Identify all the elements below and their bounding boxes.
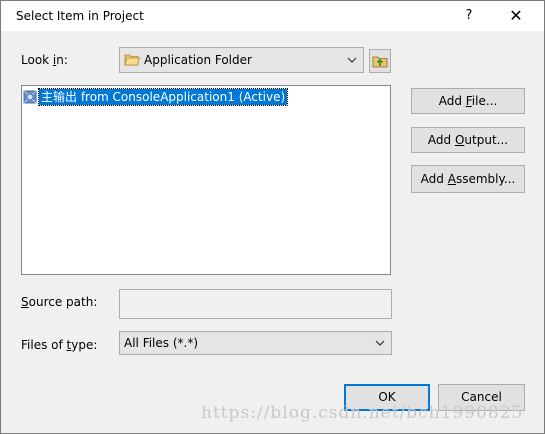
chevron-down-icon	[345, 48, 359, 72]
close-button[interactable]: ✕	[498, 1, 534, 31]
help-button[interactable]: ?	[451, 1, 487, 31]
look-in-label: Look in:	[21, 53, 68, 67]
window-title: Select Item in Project	[16, 9, 144, 23]
folder-icon	[124, 54, 140, 66]
look-in-value: Application Folder	[144, 53, 252, 67]
source-path-label: Source path:	[21, 295, 98, 309]
files-of-type-dropdown[interactable]: All Files (*.*)	[119, 331, 392, 355]
look-in-dropdown[interactable]: Application Folder	[119, 47, 364, 73]
add-output-button[interactable]: Add Output...	[411, 127, 525, 153]
list-item-label: 主输出 from ConsoleApplication1 (Active)	[37, 88, 289, 106]
project-items-list[interactable]: 主输出 from ConsoleApplication1 (Active)	[21, 85, 391, 275]
select-item-dialog: Select Item in Project ? ✕ Look in: Appl…	[0, 0, 545, 434]
source-path-field[interactable]	[119, 289, 392, 319]
project-output-icon	[23, 90, 37, 104]
list-item[interactable]: 主输出 from ConsoleApplication1 (Active)	[23, 88, 289, 106]
files-of-type-label: Files of type:	[21, 338, 98, 352]
files-of-type-value: All Files (*.*)	[124, 336, 199, 350]
watermark-text: https://blog.csdn.net/bch1990825	[201, 403, 524, 423]
add-file-button[interactable]: Add File...	[411, 88, 525, 114]
chevron-down-icon	[373, 332, 387, 354]
folder-up-icon	[372, 56, 388, 68]
title-bar: Select Item in Project ? ✕	[1, 1, 544, 31]
add-assembly-button[interactable]: Add Assembly...	[411, 165, 525, 193]
up-one-level-button[interactable]	[369, 49, 391, 73]
